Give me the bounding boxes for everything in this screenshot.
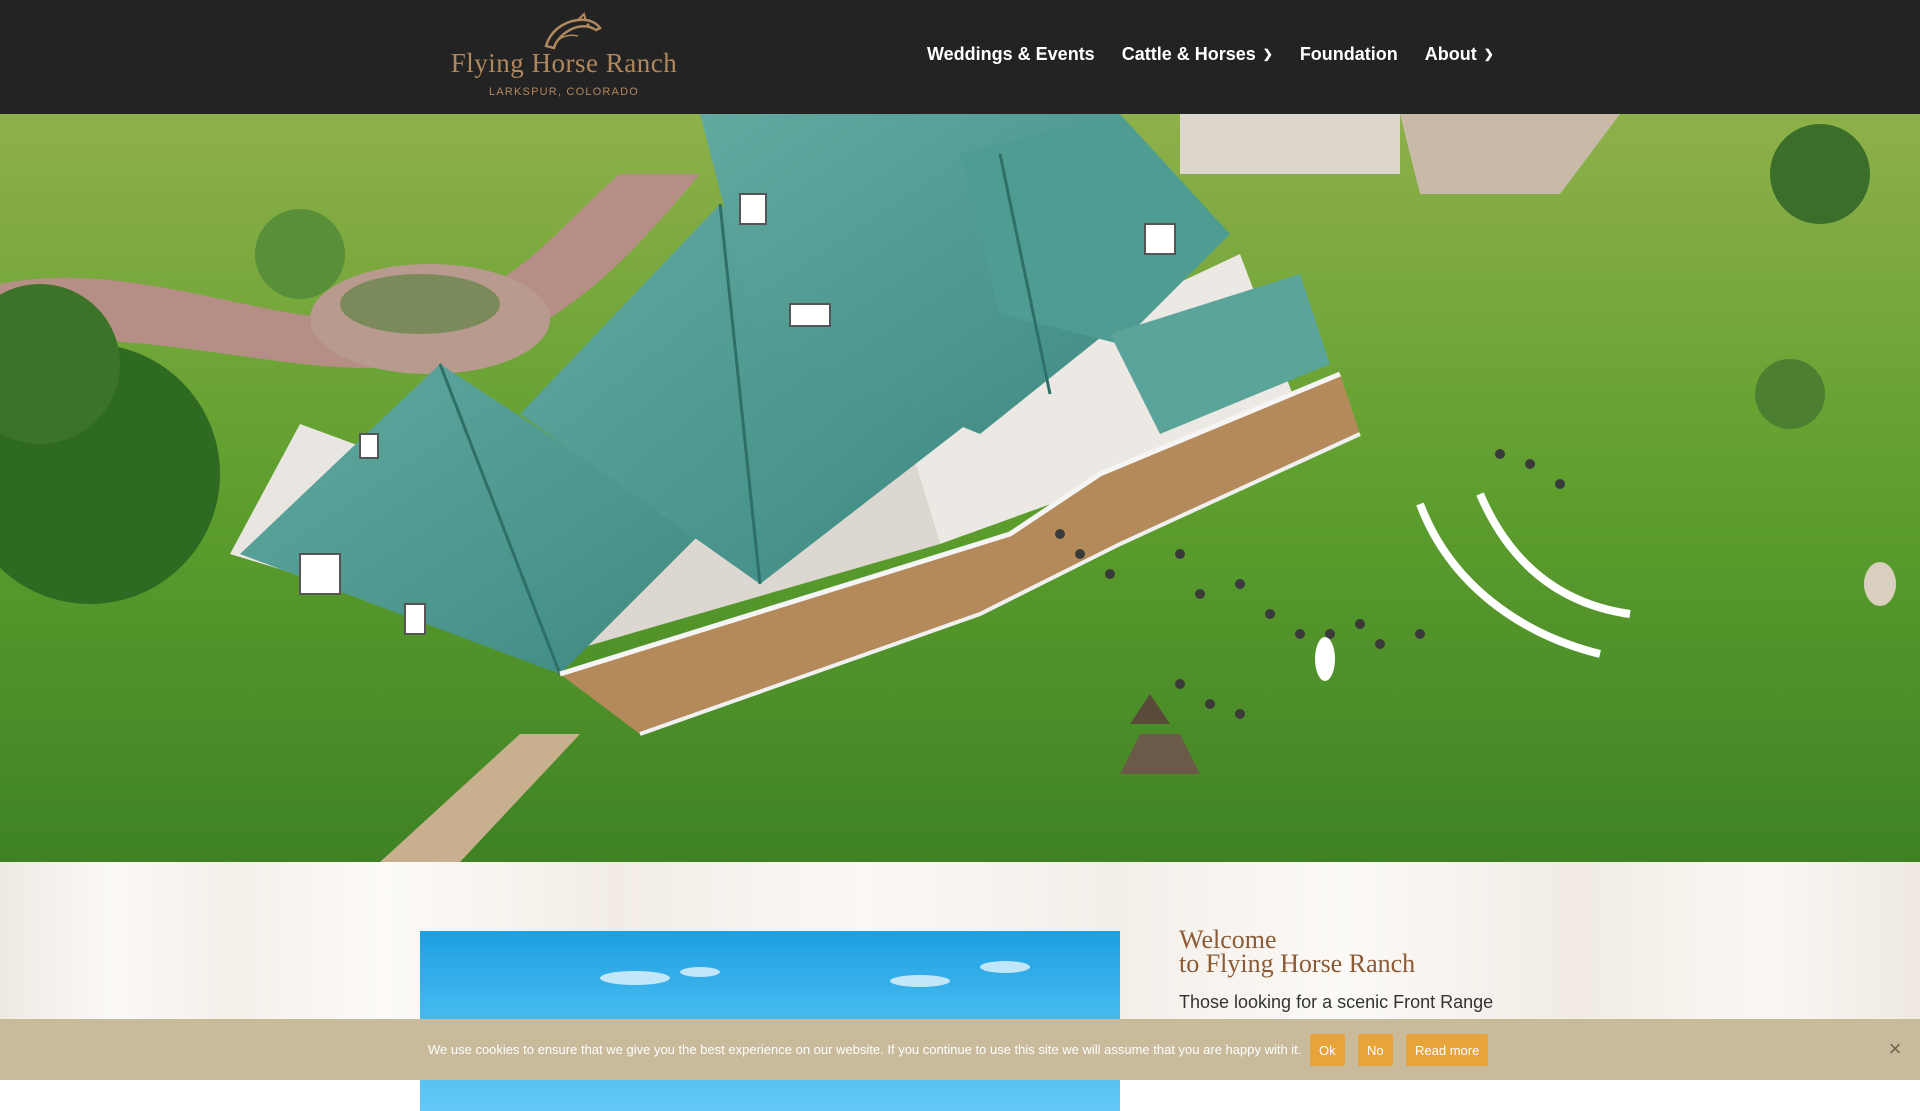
nav-label: Cattle & Horses: [1121, 44, 1256, 64]
welcome-title: Welcome to Flying Horse Ranch: [1179, 927, 1416, 978]
ranch-aerial-photo: [0, 114, 1920, 862]
cookie-bar: We use cookies to ensure that we give yo…: [0, 1019, 1920, 1080]
nav-item-foundation[interactable]: Foundation: [1300, 44, 1398, 65]
close-icon[interactable]: ×: [1883, 1037, 1907, 1061]
nav-item-cattle-horses[interactable]: Cattle & Horses ❯: [1122, 44, 1273, 65]
nav-label: About: [1424, 44, 1477, 64]
welcome-title-line2: to Flying Horse Ranch: [1179, 949, 1416, 978]
cookie-read-more-button[interactable]: Read more: [1406, 1034, 1489, 1066]
cookie-message: We use cookies to ensure that we give yo…: [428, 1042, 1302, 1057]
nav-item-about[interactable]: About ❯: [1425, 44, 1494, 65]
site-logo[interactable]: Flying Horse Ranch LARKSPUR, COLORADO: [438, 12, 690, 102]
hero-image: [0, 114, 1920, 862]
logo-title: Flying Horse Ranch: [450, 48, 678, 78]
site-header: Flying Horse Ranch LARKSPUR, COLORADO We…: [0, 0, 1920, 114]
main-nav: Weddings & Events Cattle & Horses ❯ Foun…: [927, 44, 1494, 65]
horse-head-icon: [544, 12, 602, 50]
logo-subtitle: LARKSPUR, COLORADO: [489, 86, 639, 98]
chevron-down-icon: ❯: [1483, 46, 1494, 61]
cookie-no-button[interactable]: No: [1358, 1034, 1393, 1066]
nav-item-weddings-events[interactable]: Weddings & Events: [927, 44, 1095, 65]
welcome-body-text: Those looking for a scenic Front Range: [1179, 992, 1494, 1012]
nav-label: Weddings & Events: [927, 44, 1095, 64]
chevron-down-icon: ❯: [1262, 46, 1273, 61]
cookie-ok-button[interactable]: Ok: [1310, 1034, 1345, 1066]
nav-label: Foundation: [1299, 44, 1398, 64]
